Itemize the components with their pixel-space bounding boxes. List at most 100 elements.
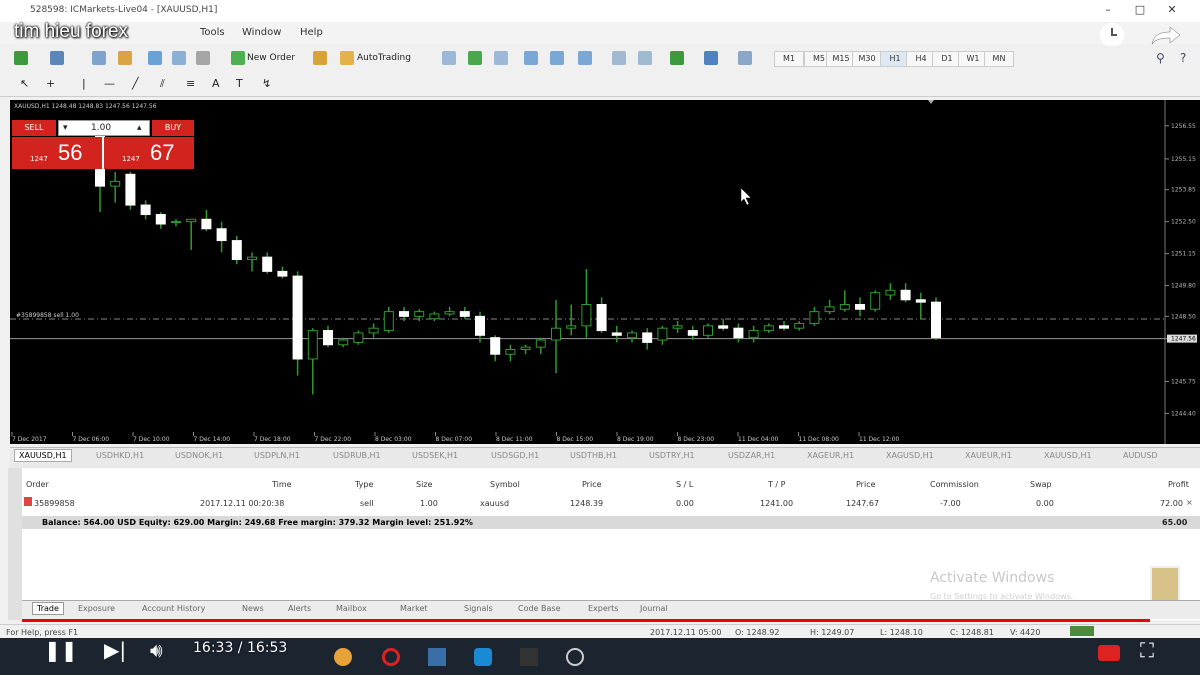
menu-tools[interactable]: Tools (200, 27, 225, 38)
symbol-tab[interactable]: XAGEUR,H1 (807, 451, 854, 460)
terminal-tab[interactable]: Account History (142, 604, 205, 613)
terminal-tab[interactable]: Code Base (518, 604, 561, 613)
chrome-icon[interactable] (334, 648, 352, 666)
symbol-tab[interactable]: USDHKD,H1 (96, 451, 144, 460)
lot-increase-icon[interactable]: ▴ (137, 123, 142, 133)
profiles-icon[interactable] (50, 51, 64, 65)
next-icon[interactable]: ▶| (104, 638, 126, 662)
vertical-line-icon[interactable]: | (82, 77, 86, 90)
text-icon[interactable]: A (212, 77, 220, 90)
market-watch-icon[interactable] (92, 51, 106, 65)
column-header[interactable]: Time (272, 480, 292, 489)
fullscreen-icon[interactable]: ⛶ (1140, 638, 1154, 662)
new-order-button[interactable]: New Order (247, 53, 295, 63)
terminal-tab[interactable]: Exposure (78, 604, 115, 613)
fibonacci-icon[interactable]: ≡ (186, 77, 195, 90)
symbol-tab[interactable]: USDRUB,H1 (333, 451, 381, 460)
skype-icon[interactable] (474, 648, 492, 666)
search-icon[interactable]: ⚲ (1156, 51, 1170, 65)
lot-decrease-icon[interactable]: ▾ (63, 123, 68, 133)
autoscroll-icon[interactable] (638, 51, 652, 65)
column-header[interactable]: Type (355, 480, 373, 489)
periods-icon[interactable] (704, 51, 718, 65)
settings-icon[interactable] (566, 648, 584, 666)
symbol-tab[interactable]: USDSEK,H1 (412, 451, 458, 460)
new-order-icon[interactable] (231, 51, 245, 65)
menu-window[interactable]: Window (242, 27, 281, 38)
record-icon[interactable] (1098, 645, 1120, 661)
autotrading-icon[interactable] (340, 51, 354, 65)
line-chart-icon[interactable] (494, 51, 508, 65)
candlestick-icon[interactable] (468, 51, 482, 65)
terminal-tab[interactable]: Experts (588, 604, 618, 613)
column-header[interactable]: Profit (1168, 480, 1189, 489)
arrows-icon[interactable]: ↯ (262, 77, 271, 90)
bar-chart-icon[interactable] (442, 51, 456, 65)
cursor-icon[interactable]: ↖ (20, 77, 29, 90)
column-header[interactable]: Price (582, 480, 602, 489)
templates-icon[interactable] (738, 51, 752, 65)
help-icon[interactable]: ? (1180, 51, 1194, 65)
timeframe-m1[interactable]: M1 (774, 51, 804, 67)
symbol-tab[interactable]: USDTRY,H1 (649, 451, 695, 460)
column-header[interactable]: Price (856, 480, 876, 489)
terminal-tab[interactable]: News (242, 604, 264, 613)
column-header[interactable]: Symbol (490, 480, 520, 489)
terminal-tab[interactable]: Journal (640, 604, 668, 613)
lot-size-field[interactable]: ▾ 1.00 ▴ (58, 120, 150, 136)
video-progress-bar[interactable] (22, 619, 1150, 622)
terminal-tab[interactable]: Mailbox (336, 604, 367, 613)
terminal-icon[interactable] (172, 51, 186, 65)
symbol-tab[interactable]: XAUEUR,H1 (965, 451, 1012, 460)
timeframe-m30[interactable]: M30 (852, 51, 882, 67)
chart-shift-icon[interactable] (612, 51, 626, 65)
share-icon[interactable] (1148, 24, 1182, 48)
symbol-tab[interactable]: AUDUSD (1123, 451, 1158, 460)
crosshair-icon[interactable]: + (46, 77, 55, 90)
sell-button[interactable]: SELL (12, 120, 56, 136)
tile-windows-icon[interactable] (578, 51, 592, 65)
terminal-tab[interactable]: Market (400, 604, 428, 613)
metatrader-icon[interactable] (520, 648, 538, 666)
zoom-out-icon[interactable] (550, 51, 564, 65)
new-chart-icon[interactable] (14, 51, 28, 65)
menu-help[interactable]: Help (300, 27, 323, 38)
navigator-icon[interactable] (148, 51, 162, 65)
horizontal-line-icon[interactable]: — (104, 77, 115, 90)
terminal-tab[interactable]: Alerts (288, 604, 311, 613)
opera-icon[interactable] (382, 648, 400, 666)
volume-icon[interactable]: 🔊︎ (150, 638, 163, 662)
symbol-tab[interactable]: USDPLN,H1 (254, 451, 300, 460)
label-icon[interactable]: T (236, 77, 243, 90)
close-order-icon[interactable]: × (1186, 498, 1193, 507)
channel-icon[interactable]: ⫽ (160, 77, 165, 91)
maximize-icon[interactable]: □ (1132, 3, 1148, 17)
pause-icon[interactable]: ❚❚ (44, 638, 78, 662)
data-window-icon[interactable] (118, 51, 132, 65)
buy-button[interactable]: BUY (152, 120, 194, 136)
autotrading-button[interactable]: AutoTrading (357, 53, 411, 63)
symbol-tab[interactable]: USDNOK,H1 (175, 451, 223, 460)
terminal-tab[interactable]: Trade (32, 602, 64, 615)
symbol-tab[interactable]: XAGUSD,H1 (886, 451, 934, 460)
sell-price-box[interactable]: 1247 56 (12, 137, 102, 169)
symbol-tab[interactable]: USDSGD,H1 (491, 451, 539, 460)
zoom-in-icon[interactable] (524, 51, 538, 65)
minimize-icon[interactable]: – (1100, 3, 1116, 17)
indicators-icon[interactable] (670, 51, 684, 65)
tester-icon[interactable] (196, 51, 210, 65)
column-header[interactable]: T / P (768, 480, 786, 489)
column-header[interactable]: S / L (676, 480, 693, 489)
terminal-tab[interactable]: Signals (464, 604, 493, 613)
column-header[interactable]: Size (416, 480, 432, 489)
metaeditor-icon[interactable] (313, 51, 327, 65)
trendline-icon[interactable]: ╱ (132, 77, 139, 90)
symbol-tab[interactable]: USDTHB,H1 (570, 451, 617, 460)
symbol-tab[interactable]: USDZAR,H1 (728, 451, 775, 460)
column-header[interactable]: Commission (930, 480, 979, 489)
close-icon[interactable]: ✕ (1164, 3, 1180, 17)
symbol-tab[interactable]: XAUUSD,H1 (1044, 451, 1092, 460)
column-header[interactable]: Swap (1030, 480, 1052, 489)
app-icon[interactable] (428, 648, 446, 666)
column-header[interactable]: Order (26, 480, 49, 489)
